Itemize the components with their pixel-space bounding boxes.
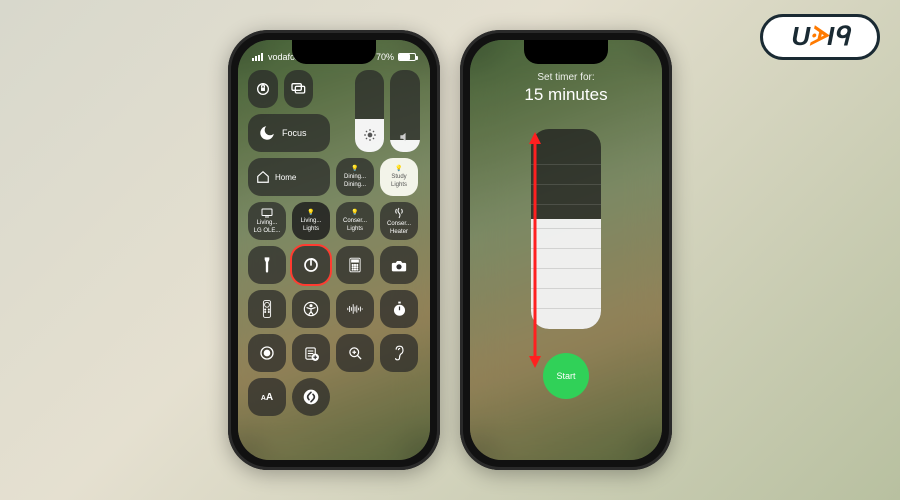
timer-button[interactable]: [292, 246, 330, 284]
lightbulb-icon: 💡: [395, 166, 402, 172]
home-button[interactable]: Home: [248, 158, 330, 196]
moon-icon: [258, 124, 276, 142]
stopwatch-icon: [392, 301, 407, 317]
stopwatch-button[interactable]: [380, 290, 418, 328]
camera-button[interactable]: [380, 246, 418, 284]
apple-tv-remote-button[interactable]: [248, 290, 286, 328]
timer-duration-slider[interactable]: [531, 129, 601, 329]
remote-icon: [262, 300, 272, 318]
magnifier-button[interactable]: [336, 334, 374, 372]
camera-icon: [391, 259, 407, 272]
waveform-icon: [346, 303, 364, 315]
notch: [292, 40, 376, 64]
flashlight-button[interactable]: [248, 246, 286, 284]
screen-mirroring-icon: [290, 82, 306, 96]
dining-lights-button[interactable]: 💡Dining...Dining...: [336, 158, 374, 196]
tv-icon: [261, 208, 273, 218]
calculator-icon: [348, 257, 362, 273]
conserv-lights-button[interactable]: 💡Conser...Lights: [336, 202, 374, 240]
accessibility-button[interactable]: [292, 290, 330, 328]
rotation-lock-button[interactable]: [248, 70, 278, 108]
notes-button[interactable]: [292, 334, 330, 372]
living-lights-button[interactable]: 💡Living...Lights: [292, 202, 330, 240]
shazam-icon: [303, 389, 319, 405]
focus-label: Focus: [282, 128, 307, 138]
magnifier-icon: [348, 346, 363, 361]
start-button[interactable]: Start: [543, 353, 589, 399]
text-size-button[interactable]: AA: [248, 378, 286, 416]
home-icon: [256, 170, 270, 184]
voice-memo-button[interactable]: [336, 290, 374, 328]
lightbulb-icon: 💡: [351, 166, 358, 172]
screen-mirroring-button[interactable]: [284, 70, 314, 108]
calculator-button[interactable]: [336, 246, 374, 284]
lightbulb-icon: 💡: [351, 210, 358, 216]
rotation-lock-icon: [255, 81, 271, 97]
phone-control-center: vodafone UK VPN 70%: [228, 30, 440, 470]
shazam-button[interactable]: [292, 378, 330, 416]
notch: [524, 40, 608, 64]
battery-percentage: 70%: [376, 52, 394, 62]
screen-record-button[interactable]: [248, 334, 286, 372]
brightness-icon: [363, 128, 377, 142]
timer-value: 15 minutes: [524, 85, 607, 105]
phone-timer: Set timer for: 15 minutes Start: [460, 30, 672, 470]
text-size-icon: AA: [261, 392, 273, 403]
conserv-heater-button[interactable]: Conser...Heater: [380, 202, 418, 240]
control-center: Focus Home 💡Dining...Dining... 💡StudyLig…: [238, 66, 430, 416]
volume-icon: [398, 130, 412, 144]
record-icon: [259, 345, 275, 361]
heater-icon: [394, 207, 404, 219]
home-label: Home: [275, 173, 296, 182]
start-label: Start: [556, 371, 575, 381]
ear-icon: [392, 345, 406, 361]
accessibility-icon: [303, 301, 319, 317]
flashlight-icon: [260, 256, 274, 274]
cellular-signal-icon: [252, 53, 264, 61]
note-add-icon: [304, 346, 319, 361]
battery-icon: [398, 53, 416, 61]
lightbulb-icon: 💡: [307, 210, 314, 216]
focus-button[interactable]: Focus: [248, 114, 330, 152]
volume-slider[interactable]: [390, 70, 420, 152]
living-tv-button[interactable]: Living...LG OLE...: [248, 202, 286, 240]
timer-title: Set timer for:: [537, 72, 594, 83]
hearing-button[interactable]: [380, 334, 418, 372]
study-lights-button[interactable]: 💡StudyLights: [380, 158, 418, 196]
brightness-slider[interactable]: [355, 70, 385, 152]
timer-icon: [303, 257, 319, 273]
